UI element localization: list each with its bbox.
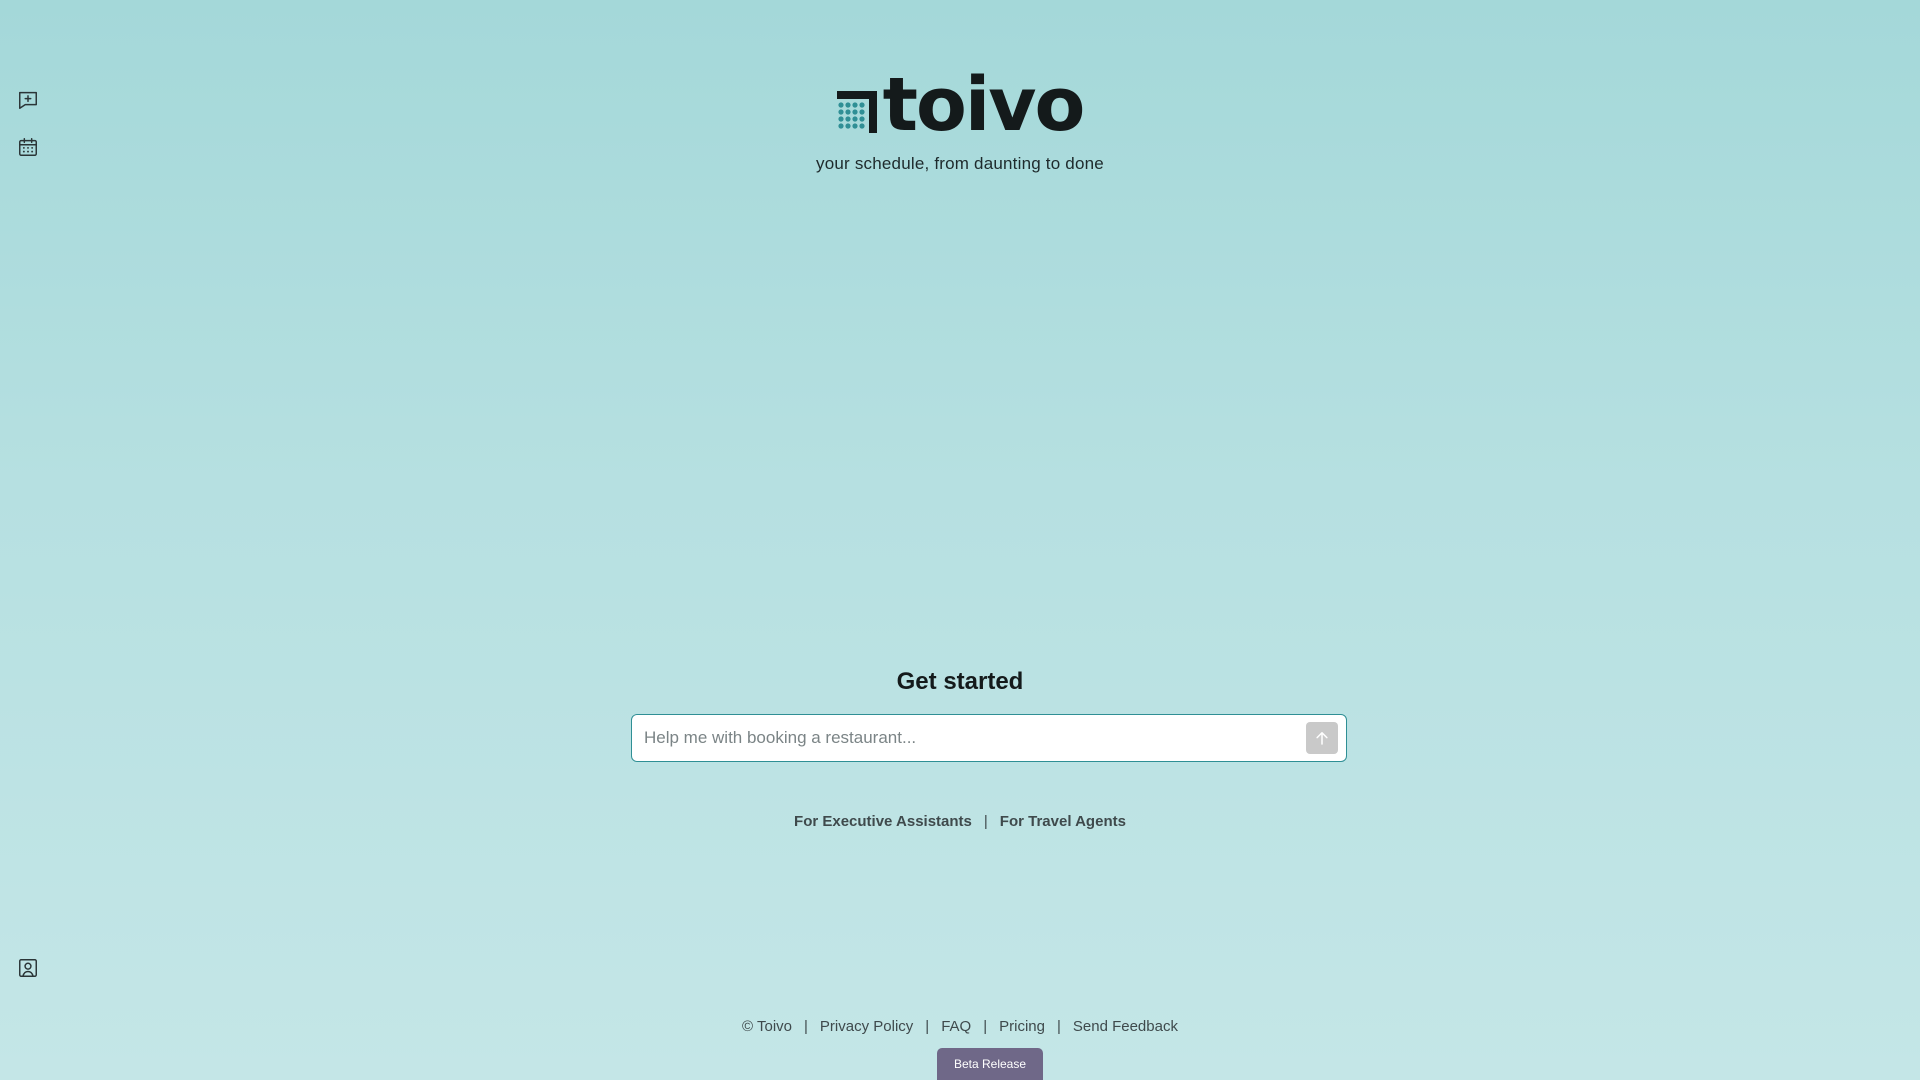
- separator: |: [925, 1018, 930, 1035]
- toivo-logo-mark-icon: [836, 91, 877, 133]
- logo-wordmark: toivo: [882, 62, 1086, 148]
- user-profile-icon[interactable]: [16, 956, 40, 980]
- tagline: your schedule, from daunting to done: [816, 154, 1104, 173]
- audience-links: For Executive Assistants | For Travel Ag…: [0, 813, 1920, 830]
- separator: |: [1056, 1018, 1061, 1035]
- brand-header: toivo your schedule, from daunting to do…: [0, 62, 1920, 174]
- logo: toivo: [836, 62, 1086, 148]
- copyright: © Toivo: [742, 1018, 793, 1035]
- prompt-box: [631, 714, 1347, 762]
- send-button[interactable]: [1306, 722, 1338, 754]
- faq-link[interactable]: FAQ: [941, 1018, 971, 1035]
- for-executive-assistants-link[interactable]: For Executive Assistants: [794, 813, 972, 830]
- arrow-up-icon: [1316, 732, 1328, 745]
- footer: © Toivo | Privacy Policy | FAQ | Pricing…: [0, 1018, 1920, 1035]
- for-travel-agents-link[interactable]: For Travel Agents: [1000, 813, 1126, 830]
- send-feedback-link[interactable]: Send Feedback: [1073, 1018, 1178, 1035]
- privacy-policy-link[interactable]: Privacy Policy: [820, 1018, 913, 1035]
- beta-release-badge: Beta Release: [937, 1048, 1043, 1080]
- separator: |: [983, 813, 988, 830]
- pricing-link[interactable]: Pricing: [999, 1018, 1045, 1035]
- separator: |: [804, 1018, 808, 1035]
- separator: |: [983, 1018, 988, 1035]
- get-started-heading: Get started: [896, 668, 1024, 695]
- prompt-input[interactable]: [632, 715, 1306, 761]
